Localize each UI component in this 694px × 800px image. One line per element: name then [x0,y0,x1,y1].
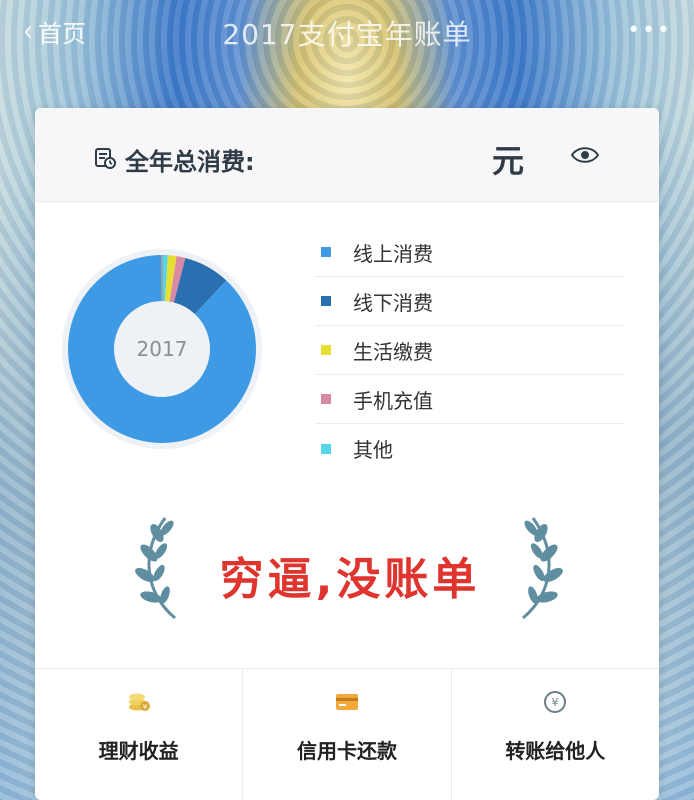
legend-item: 生活缴费 [315,326,625,375]
bill-card: 全年总消费: 元 2017 线上消费 线下消费 生活缴费 手机充值 其他 穷逼,… [35,108,659,800]
chevron-left-icon: ‹ [23,13,33,49]
currency-unit: 元 [492,142,525,180]
transfer-icon: ¥ [544,691,567,713]
coins-icon: ¥ [128,693,150,711]
legend-item: 手机充值 [315,375,625,424]
legend-swatch [321,296,331,306]
legend-swatch [321,345,331,355]
legend-label: 线上消费 [353,241,433,266]
legend-item: 线上消费 [315,228,625,277]
legend-label: 生活缴费 [353,339,433,364]
bill-icon [95,148,116,169]
back-label: 首页 [38,20,86,48]
laurel-right-icon [522,517,563,620]
slogan-text: 穷逼,没账单 [219,554,481,605]
nav-label: 转账给他人 [505,739,606,763]
summary-header: 全年总消费: 元 [35,108,659,202]
legend-item: 其他 [315,424,625,473]
spending-donut-chart: 2017 [59,246,265,452]
bottom-nav: ¥ 理财收益 信用卡还款 ¥ 转账给他人 [35,668,659,800]
legend-swatch [321,443,331,454]
nav-item-transfer[interactable]: ¥ 转账给他人 [452,669,659,800]
top-bar: ‹ 首页 2017支付宝年账单 ••• [0,0,694,66]
legend-swatch [321,247,331,257]
page-title: 2017支付宝年账单 [222,18,472,51]
slogan-banner: 穷逼,没账单 [35,503,659,633]
nav-item-wealth-income[interactable]: ¥ 理财收益 [35,669,244,800]
back-button[interactable]: ‹ 首页 [22,14,86,49]
svg-text:¥: ¥ [552,696,559,709]
legend-item: 线下消费 [315,277,625,326]
legend-label: 其他 [353,438,393,462]
eye-icon[interactable] [570,144,600,166]
total-spending-label: 全年总消费: [125,148,255,176]
more-button[interactable]: ••• [627,18,672,43]
legend-label: 线下消费 [353,290,433,315]
chart-legend: 线上消费 线下消费 生活缴费 手机充值 其他 [315,228,625,473]
legend-swatch [321,394,331,404]
nav-label: 信用卡还款 [296,739,397,763]
credit-card-icon [335,694,358,710]
legend-label: 手机充值 [353,388,433,413]
svg-text:¥: ¥ [142,703,147,711]
nav-label: 理财收益 [98,739,179,763]
nav-item-credit-card-repayment[interactable]: 信用卡还款 [243,669,452,800]
donut-center-label: 2017 [136,337,188,361]
